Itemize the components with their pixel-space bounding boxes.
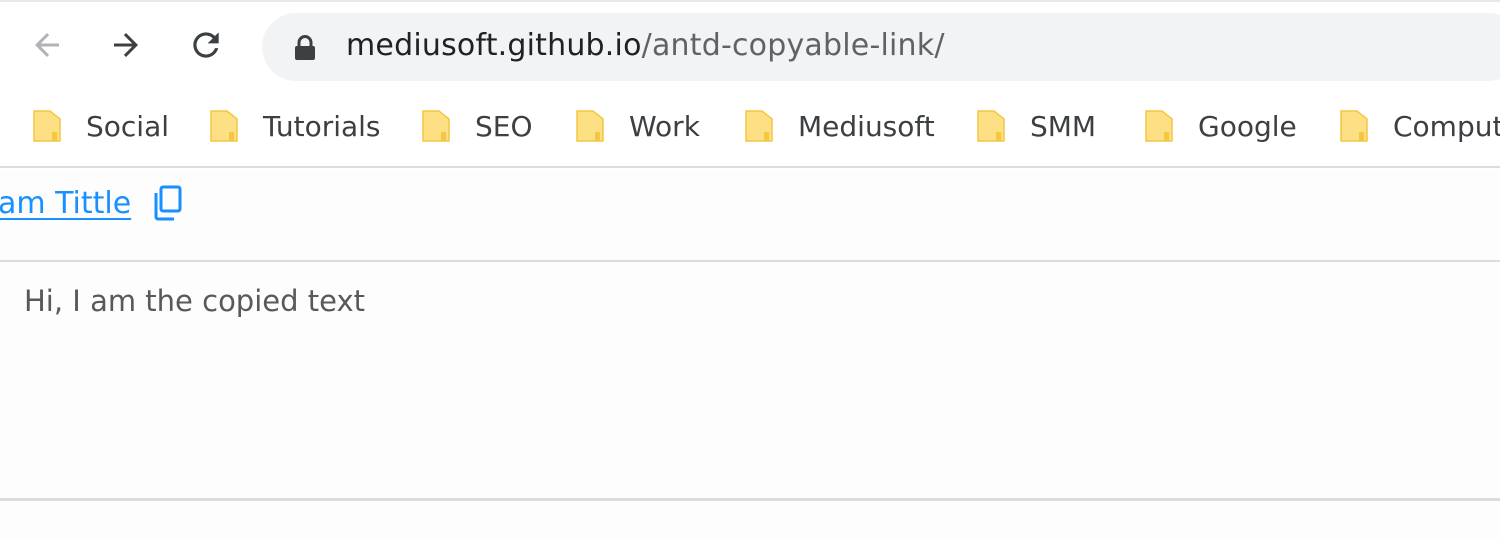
bookmark-label: SMM [1030, 109, 1097, 143]
title-link[interactable]: am Tittle [0, 186, 131, 221]
divider [0, 260, 1500, 262]
folder-icon [422, 110, 450, 142]
back-button[interactable] [22, 20, 72, 70]
browser-toolbar: mediusoft.github.io/antd-copyable-link/ [0, 0, 1500, 92]
bookmark-label: Work [629, 109, 700, 143]
folder-icon [210, 110, 238, 142]
bookmark-google[interactable]: Google [1144, 106, 1297, 146]
folder-icon [1340, 110, 1368, 142]
arrow-left-icon [35, 33, 59, 57]
bookmark-mediusoft[interactable]: Mediusoft [744, 106, 935, 146]
copyable-title-row: am Tittle [0, 178, 183, 228]
bookmark-label: Google [1198, 109, 1297, 143]
bookmark-seo[interactable]: SEO [421, 106, 533, 146]
address-bar[interactable]: mediusoft.github.io/antd-copyable-link/ [262, 13, 1500, 81]
arrow-right-icon [114, 33, 138, 57]
copied-text: Hi, I am the copied text [24, 284, 365, 318]
folder-icon [745, 110, 773, 142]
url-path: /antd-copyable-link/ [641, 28, 945, 63]
bookmark-smm[interactable]: SMM [976, 106, 1096, 146]
bookmark-label: SEO [475, 109, 533, 143]
folder-icon [576, 110, 604, 142]
bookmark-computer[interactable]: Comput [1339, 106, 1500, 146]
reload-icon [193, 32, 219, 58]
bookmark-work[interactable]: Work [575, 106, 700, 146]
bookmark-social[interactable]: Social [32, 106, 169, 146]
bookmark-label: Tutorials [263, 109, 381, 143]
bookmark-label: Mediusoft [798, 109, 935, 143]
reload-button[interactable] [181, 20, 231, 70]
bookmark-tutorials[interactable]: Tutorials [209, 106, 381, 146]
bookmark-label: Comput [1393, 109, 1500, 143]
lock-icon[interactable] [294, 35, 316, 61]
folder-icon [977, 110, 1005, 142]
bookmark-label: Social [86, 109, 170, 143]
folder-icon [33, 110, 61, 142]
folder-icon [1145, 110, 1173, 142]
divider [0, 498, 1500, 501]
url-host: mediusoft.github.io [346, 28, 642, 63]
page-content: am Tittle Hi, I am the copied text [0, 170, 1500, 539]
copy-icon[interactable] [153, 185, 183, 221]
url-text[interactable]: mediusoft.github.io/antd-copyable-link/ [346, 27, 945, 65]
bookmarks-bar: Social Tutorials SEO Work Mediusoft SMM … [0, 92, 1500, 168]
forward-button[interactable] [101, 20, 151, 70]
